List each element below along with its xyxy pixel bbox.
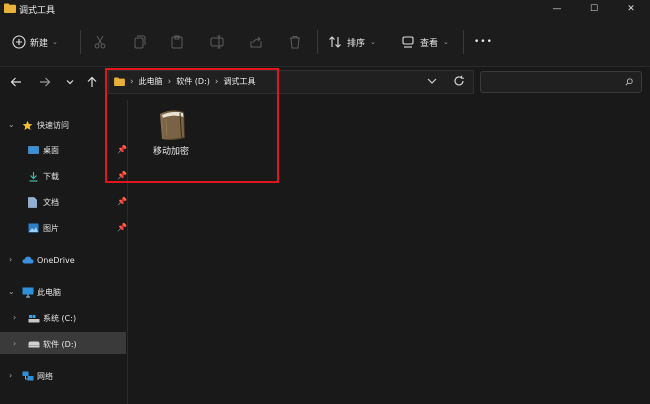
document-icon (28, 196, 37, 208)
maximize-button[interactable]: ☐ (576, 0, 612, 18)
view-button[interactable]: 查看 ⌄ (401, 32, 449, 52)
arrow-up-icon (87, 76, 97, 87)
computer-icon (22, 287, 34, 297)
sidebar-item-label: 快速访问 (37, 120, 69, 130)
sort-label: 排序 (347, 38, 366, 49)
network-icon (22, 371, 34, 380)
arrow-left-icon (10, 77, 21, 87)
window-title: 调式工具 (19, 6, 56, 16)
sidebar-item-label: 桌面 (43, 145, 59, 155)
refresh-icon (454, 75, 464, 86)
paste-icon[interactable] (166, 31, 188, 53)
sidebar-item-this-pc[interactable]: 此电脑 (22, 281, 122, 303)
toolbar-divider (317, 30, 318, 54)
chevron-down-icon: ⌄ (443, 38, 449, 46)
pin-icon[interactable]: 📌 (117, 197, 127, 206)
sidebar-item-label: 图片 (43, 223, 59, 233)
chevron-down-icon: ⌄ (52, 38, 58, 46)
sidebar-item-label: 下载 (43, 171, 59, 181)
rename-icon[interactable] (206, 31, 228, 53)
desktop-icon (28, 145, 39, 154)
chevron-right-icon[interactable]: › (13, 313, 16, 322)
sidebar-item-documents[interactable]: 文档 (28, 191, 126, 213)
drive-icon (28, 341, 40, 347)
pin-icon[interactable]: 📌 (117, 223, 127, 232)
cut-icon[interactable] (89, 31, 111, 53)
chevron-down-icon[interactable]: ⌄ (8, 287, 15, 296)
pictures-icon (28, 223, 39, 233)
sort-icon (329, 36, 341, 48)
recent-locations-button[interactable] (62, 73, 78, 91)
forward-button[interactable] (37, 73, 53, 91)
up-button[interactable] (84, 73, 100, 91)
sidebar-item-label: 此电脑 (37, 287, 61, 297)
chevron-down-icon[interactable]: ⌄ (8, 120, 15, 129)
search-input[interactable] (480, 71, 642, 93)
view-label: 查看 (420, 38, 439, 49)
sidebar-item-label: 文档 (43, 197, 59, 207)
folder-icon (4, 3, 16, 13)
toolbar-divider (463, 30, 464, 54)
share-icon[interactable] (245, 31, 267, 53)
chevron-right-icon[interactable]: › (9, 371, 12, 380)
chevron-down-icon (427, 78, 437, 84)
delete-icon[interactable] (284, 31, 306, 53)
arrow-right-icon (40, 77, 51, 87)
sort-button[interactable]: 排序 ⌄ (328, 32, 376, 52)
new-button[interactable]: 新建 ⌄ (12, 32, 58, 52)
close-button[interactable]: ✕ (613, 0, 649, 18)
highlight-box (105, 68, 279, 183)
search-icon[interactable] (625, 78, 633, 89)
minimize-button[interactable]: — (539, 0, 575, 18)
chevron-right-icon[interactable]: › (13, 339, 16, 348)
sidebar-item-drive-d[interactable]: 软件 (D:) (28, 333, 126, 355)
plus-circle-icon (12, 35, 26, 49)
sidebar-item-network[interactable]: 网络 (22, 365, 122, 387)
new-label: 新建 (30, 38, 49, 49)
back-button[interactable] (8, 73, 24, 91)
sidebar-item-label: 系统 (C:) (43, 313, 77, 323)
view-icon (402, 36, 414, 48)
sidebar-item-drive-c[interactable]: 系统 (C:) (28, 307, 126, 329)
sidebar-item-label: 网络 (37, 371, 53, 381)
sidebar-item-label: 软件 (D:) (43, 339, 77, 349)
star-icon (22, 120, 33, 130)
sidebar-item-onedrive[interactable]: OneDrive (22, 249, 122, 271)
system-drive-icon (28, 314, 40, 322)
address-dropdown-button[interactable] (426, 76, 438, 89)
toolbar-divider (80, 30, 81, 54)
copy-icon[interactable] (128, 31, 150, 53)
more-button[interactable]: ••• (474, 32, 493, 52)
chevron-right-icon[interactable]: › (9, 255, 12, 264)
chevron-down-icon: ⌄ (370, 38, 376, 46)
chevron-down-icon (66, 80, 74, 85)
sidebar-item-label: OneDrive (37, 255, 75, 265)
cloud-icon (22, 256, 34, 264)
refresh-button[interactable] (453, 75, 465, 90)
sidebar-item-pictures[interactable]: 图片 (28, 217, 126, 239)
download-icon (29, 171, 38, 182)
